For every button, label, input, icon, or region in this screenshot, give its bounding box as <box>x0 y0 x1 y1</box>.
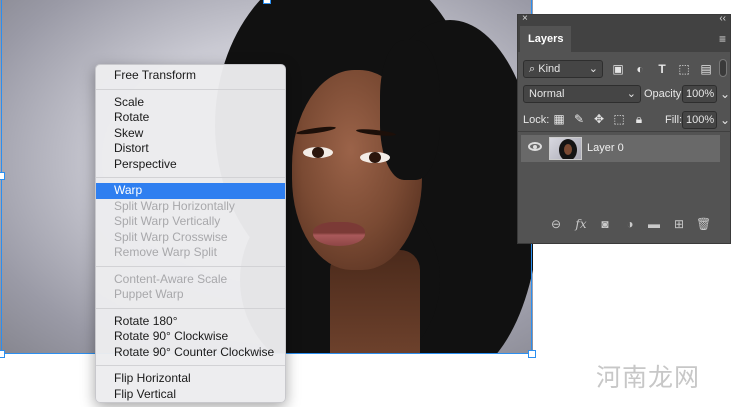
adjustment-layer-icon[interactable]: ◑ <box>623 217 637 231</box>
menu-item-rotate-90-clockwise[interactable]: Rotate 90° Clockwise <box>96 329 285 345</box>
menu-item-split-warp-crosswise: Split Warp Crosswise <box>114 229 228 244</box>
lock-all-icon[interactable]: 🔒︎ <box>632 112 646 126</box>
layer-row[interactable]: Layer 0 <box>521 135 720 162</box>
lock-image-pixels-icon[interactable]: ✎ <box>572 112 586 126</box>
menu-separator <box>96 265 285 267</box>
lock-position-icon[interactable]: ✥ <box>592 112 606 126</box>
menu-item-content-aware-scale: Content-Aware Scale <box>114 271 228 286</box>
transform-handle-bottom-right[interactable] <box>528 350 536 358</box>
menu-item-split-warp-vertically: Split Warp Vertically <box>114 214 221 228</box>
chevron-down-icon[interactable]: ⌄ <box>718 113 731 127</box>
lock-label: Lock: <box>523 114 550 126</box>
close-icon[interactable]: × <box>522 13 528 24</box>
menu-item-scale[interactable]: Scale <box>96 95 285 111</box>
menu-separator <box>96 307 285 309</box>
menu-item-rotate-180[interactable]: Rotate 180° <box>96 314 285 330</box>
fill-field[interactable]: 100% <box>682 111 717 129</box>
menu-item-puppet-warp: Puppet Warp <box>114 287 184 301</box>
opacity-label: Opacity: <box>644 88 685 100</box>
search-icon: ⌕ <box>529 63 536 75</box>
layer-mask-icon[interactable]: ◙ <box>598 217 612 231</box>
panel-menu-icon[interactable]: ≡ <box>719 32 726 46</box>
layer-name: Layer 0 <box>587 142 624 154</box>
layer-thumbnail <box>549 137 582 160</box>
transform-handle-top-middle[interactable] <box>263 0 271 4</box>
menu-item-distort[interactable]: Distort <box>96 141 285 157</box>
menu-item-warp[interactable]: Warp <box>96 183 285 199</box>
panel-tab-bar: Layers ≡ <box>518 26 730 52</box>
fill-value: 100% <box>686 114 715 126</box>
filter-kind-dropdown[interactable]: ⌕ Kind ⌄ <box>523 60 603 78</box>
menu-separator <box>96 365 285 366</box>
chevron-down-icon: ⌄ <box>626 88 636 100</box>
filter-kind-value: Kind <box>538 63 561 75</box>
menu-item-skew[interactable]: Skew <box>96 126 285 142</box>
menu-item-flip-vertical[interactable]: Flip Vertical <box>96 387 285 403</box>
menu-item-remove-warp-split: Remove Warp Split <box>114 245 217 259</box>
trash-icon[interactable]: 🗑︎ <box>696 217 711 231</box>
menu-item-free-transform[interactable]: Free Transform <box>96 68 285 84</box>
group-folder-icon[interactable]: ▬ <box>647 217 661 231</box>
menu-item-perspective[interactable]: Perspective <box>96 157 285 173</box>
menu-item-flip-horizontal[interactable]: Flip Horizontal <box>96 371 285 387</box>
type-filter-icon[interactable]: T <box>655 62 669 76</box>
smart-object-filter-icon[interactable]: ▤ <box>699 62 713 76</box>
filter-toggle[interactable] <box>719 59 727 77</box>
menu-separator <box>96 177 285 178</box>
chevron-down-icon: ⌄ <box>588 63 598 75</box>
opacity-value: 100% <box>686 88 715 100</box>
fill-label: Fill: <box>665 114 683 126</box>
layers-panel: × ‹‹ Layers ≡ ⌕ Kind ⌄ ▣ ◐ T ⬚ ▤ Normal … <box>517 13 731 244</box>
opacity-field[interactable]: 100% <box>682 85 717 103</box>
menu-item-rotate[interactable]: Rotate <box>96 110 285 126</box>
chevron-down-icon[interactable]: ⌄ <box>718 87 731 101</box>
transform-handle-bottom-left[interactable] <box>0 350 5 358</box>
panel-bottom-toolbar: ⊖ fx ◙ ◑ ▬ ⊞ 🗑︎ <box>518 213 731 235</box>
link-layers-icon[interactable]: ⊖ <box>549 217 563 231</box>
panel-divider <box>518 131 731 132</box>
new-layer-icon[interactable]: ⊞ <box>672 217 686 231</box>
shape-filter-icon[interactable]: ⬚ <box>677 62 691 76</box>
watermark-text: 河南龙网 <box>596 363 701 392</box>
menu-item-split-warp-horizontally: Split Warp Horizontally <box>114 198 235 213</box>
transform-context-menu: Free Transform Scale Rotate Skew Distort Pers… <box>95 64 286 403</box>
blend-mode-dropdown[interactable]: Normal ⌄ <box>523 85 641 103</box>
blend-mode-value: Normal <box>529 88 565 100</box>
menu-separator <box>96 88 285 90</box>
lock-artboard-icon[interactable]: ⬚ <box>612 112 626 126</box>
visibility-eye-icon[interactable] <box>528 142 542 151</box>
fx-icon[interactable]: fx <box>574 217 588 231</box>
panel-title-strip: × ‹‹ <box>518 13 730 26</box>
adjustment-filter-icon[interactable]: ◐ <box>633 62 647 76</box>
menu-item-rotate-90-counter-clockwise[interactable]: Rotate 90° Counter Clockwise <box>96 345 285 361</box>
image-filter-icon[interactable]: ▣ <box>611 62 625 76</box>
collapse-icon[interactable]: ‹‹ <box>719 13 726 24</box>
tab-layers[interactable]: Layers <box>520 26 572 52</box>
transform-handle-left-middle[interactable] <box>0 172 5 180</box>
lock-transparent-pixels-icon[interactable]: ▦ <box>552 112 566 126</box>
